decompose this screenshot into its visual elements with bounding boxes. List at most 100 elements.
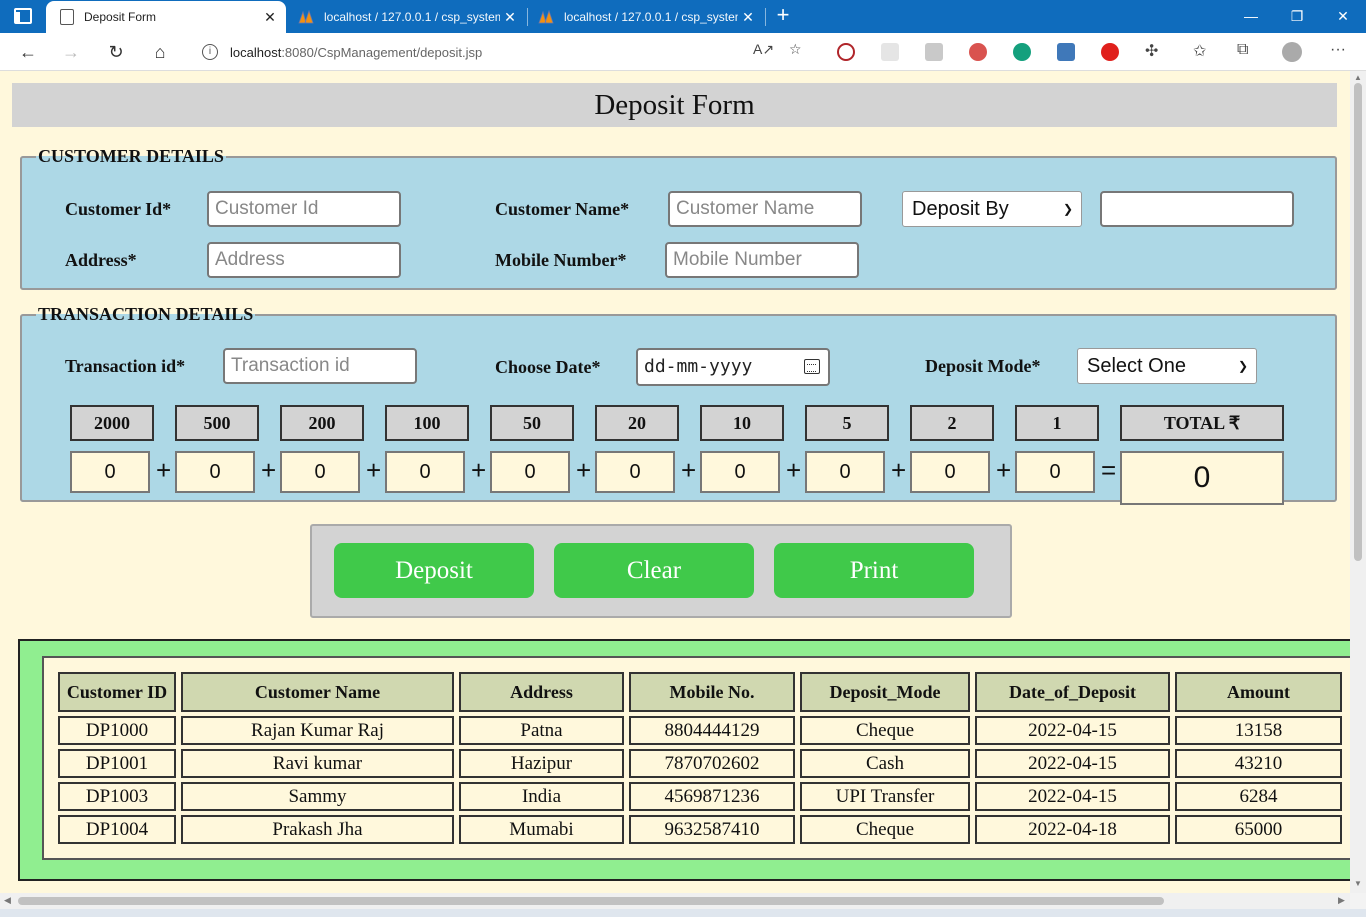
tab-separator	[765, 8, 766, 26]
table-cell: Ravi kumar	[181, 749, 454, 778]
customer-name-input[interactable]: Customer Name	[668, 191, 862, 227]
tab-title: localhost / 127.0.0.1 / csp_system	[324, 10, 500, 24]
horizontal-scroll-thumb[interactable]	[18, 897, 1164, 905]
refresh-icon[interactable]: ↻	[101, 38, 131, 66]
table-cell: Hazipur	[459, 749, 624, 778]
table-cell: 2022-04-15	[975, 749, 1170, 778]
transaction-details-section: TRANSACTION DETAILS Transaction id* Tran…	[20, 304, 1337, 505]
date-value: dd-mm-yyyy	[644, 356, 753, 377]
table-cell: 65000	[1175, 815, 1342, 844]
mobile-number-input[interactable]: Mobile Number	[665, 242, 859, 278]
count-input-1[interactable]: 0	[1015, 451, 1095, 493]
deposit-by-select[interactable]: Deposit By ❯	[902, 191, 1082, 227]
table-cell: 2022-04-15	[975, 716, 1170, 745]
equals-sign: =	[1101, 455, 1117, 485]
extension-icon[interactable]	[881, 43, 899, 61]
vertical-scrollbar[interactable]: ▲ ▼	[1350, 71, 1366, 893]
records-panel: Customer ID Customer Name Address Mobile…	[18, 639, 1350, 881]
profile-avatar-icon[interactable]	[1282, 42, 1302, 62]
count-input-20[interactable]: 0	[595, 451, 675, 493]
tab-actions-icon[interactable]	[14, 8, 32, 24]
plus-sign: +	[576, 455, 592, 485]
date-input[interactable]: dd-mm-yyyy	[636, 348, 830, 386]
close-tab-icon[interactable]: ✕	[738, 9, 758, 26]
clear-button[interactable]: Clear	[554, 543, 754, 598]
denomination-20: 20	[595, 405, 679, 441]
close-tab-icon[interactable]: ✕	[260, 9, 280, 26]
denomination-500: 500	[175, 405, 259, 441]
tab-phpmyadmin-2[interactable]: localhost / 127.0.0.1 / csp_system ✕	[528, 1, 764, 33]
scroll-left-icon[interactable]: ◀	[4, 895, 11, 906]
total-amount: 0	[1120, 451, 1284, 505]
column-header: Mobile No.	[629, 672, 795, 712]
table-cell: 13158	[1175, 716, 1342, 745]
minimize-icon[interactable]: —	[1228, 4, 1274, 28]
records-table-wrapper: Customer ID Customer Name Address Mobile…	[42, 656, 1350, 860]
mobile-number-label: Mobile Number*	[495, 250, 627, 270]
forward-icon[interactable]: →	[56, 38, 86, 66]
add-favorite-icon[interactable]: ☆	[789, 41, 802, 58]
denomination-10: 10	[700, 405, 784, 441]
extension-icon[interactable]	[1057, 43, 1075, 61]
address-bar[interactable]: i localhost:8080/CspManagement/deposit.j…	[188, 37, 816, 67]
vertical-scroll-thumb[interactable]	[1354, 83, 1362, 561]
chevron-down-icon: ❯	[1062, 202, 1073, 216]
extensions-icon[interactable]: ✣	[1145, 41, 1158, 61]
brave-extension-icon[interactable]	[837, 43, 855, 61]
address-input[interactable]: Address	[207, 242, 401, 278]
scroll-right-icon[interactable]: ▶	[1338, 895, 1345, 906]
table-cell: DP1004	[58, 815, 176, 844]
deposit-by-extra-input[interactable]	[1100, 191, 1294, 227]
extension-icon[interactable]	[925, 43, 943, 61]
deposit-by-selected: Deposit By	[912, 198, 1009, 220]
deposit-mode-select[interactable]: Select One ❯	[1077, 348, 1257, 384]
address-label: Address*	[65, 250, 137, 270]
count-input-2[interactable]: 0	[910, 451, 990, 493]
count-input-100[interactable]: 0	[385, 451, 465, 493]
site-info-icon[interactable]: i	[202, 44, 218, 60]
browser-tab-bar: Deposit Form ✕ localhost / 127.0.0.1 / c…	[0, 0, 1366, 33]
new-tab-icon[interactable]: +	[772, 4, 794, 28]
extension-icon[interactable]	[969, 43, 987, 61]
collections-icon[interactable]: ⧉	[1237, 41, 1248, 59]
read-aloud-icon[interactable]: A↗	[753, 41, 774, 58]
tab-deposit-form[interactable]: Deposit Form ✕	[46, 1, 286, 33]
adblock-icon[interactable]	[1101, 43, 1119, 61]
phpmyadmin-icon	[538, 10, 554, 24]
customer-details-legend: CUSTOMER DETAILS	[38, 146, 224, 166]
count-input-5[interactable]: 0	[805, 451, 885, 493]
deposit-button[interactable]: Deposit	[334, 543, 534, 598]
browser-toolbar: ← → ↻ ⌂ i localhost:8080/CspManagement/d…	[0, 33, 1366, 71]
count-input-500[interactable]: 0	[175, 451, 255, 493]
denomination-2000: 2000	[70, 405, 154, 441]
favorites-icon[interactable]: ✩	[1193, 41, 1206, 61]
count-input-2000[interactable]: 0	[70, 451, 150, 493]
scroll-up-icon[interactable]: ▲	[1350, 73, 1366, 82]
horizontal-scrollbar[interactable]: ◀ ▶	[0, 893, 1350, 909]
column-header: Deposit_Mode	[800, 672, 970, 712]
print-button[interactable]: Print	[774, 543, 974, 598]
page-title: Deposit Form	[12, 83, 1337, 127]
tab-phpmyadmin-1[interactable]: localhost / 127.0.0.1 / csp_system ✕	[288, 1, 526, 33]
transaction-details-legend: TRANSACTION DETAILS	[38, 304, 254, 324]
count-input-50[interactable]: 0	[490, 451, 570, 493]
transaction-id-input[interactable]: Transaction id	[223, 348, 417, 384]
calendar-icon[interactable]	[804, 359, 820, 374]
count-input-10[interactable]: 0	[700, 451, 780, 493]
more-options-icon[interactable]: ···	[1330, 41, 1346, 59]
scroll-down-icon[interactable]: ▼	[1350, 879, 1366, 888]
back-icon[interactable]: ←	[13, 38, 43, 66]
close-tab-icon[interactable]: ✕	[500, 9, 520, 26]
plus-sign: +	[366, 455, 382, 485]
table-cell: Cash	[800, 749, 970, 778]
action-panel: Deposit Clear Print	[310, 524, 1012, 618]
table-row: DP1003 Sammy India 4569871236 UPI Transf…	[58, 782, 1342, 811]
denomination-1: 1	[1015, 405, 1099, 441]
count-input-200[interactable]: 0	[280, 451, 360, 493]
extension-icon[interactable]	[1013, 43, 1031, 61]
restore-icon[interactable]: ❐	[1274, 4, 1320, 28]
home-icon[interactable]: ⌂	[145, 38, 175, 66]
customer-id-input[interactable]: Customer Id	[207, 191, 401, 227]
close-window-icon[interactable]: ✕	[1320, 4, 1366, 28]
plus-sign: +	[681, 455, 697, 485]
